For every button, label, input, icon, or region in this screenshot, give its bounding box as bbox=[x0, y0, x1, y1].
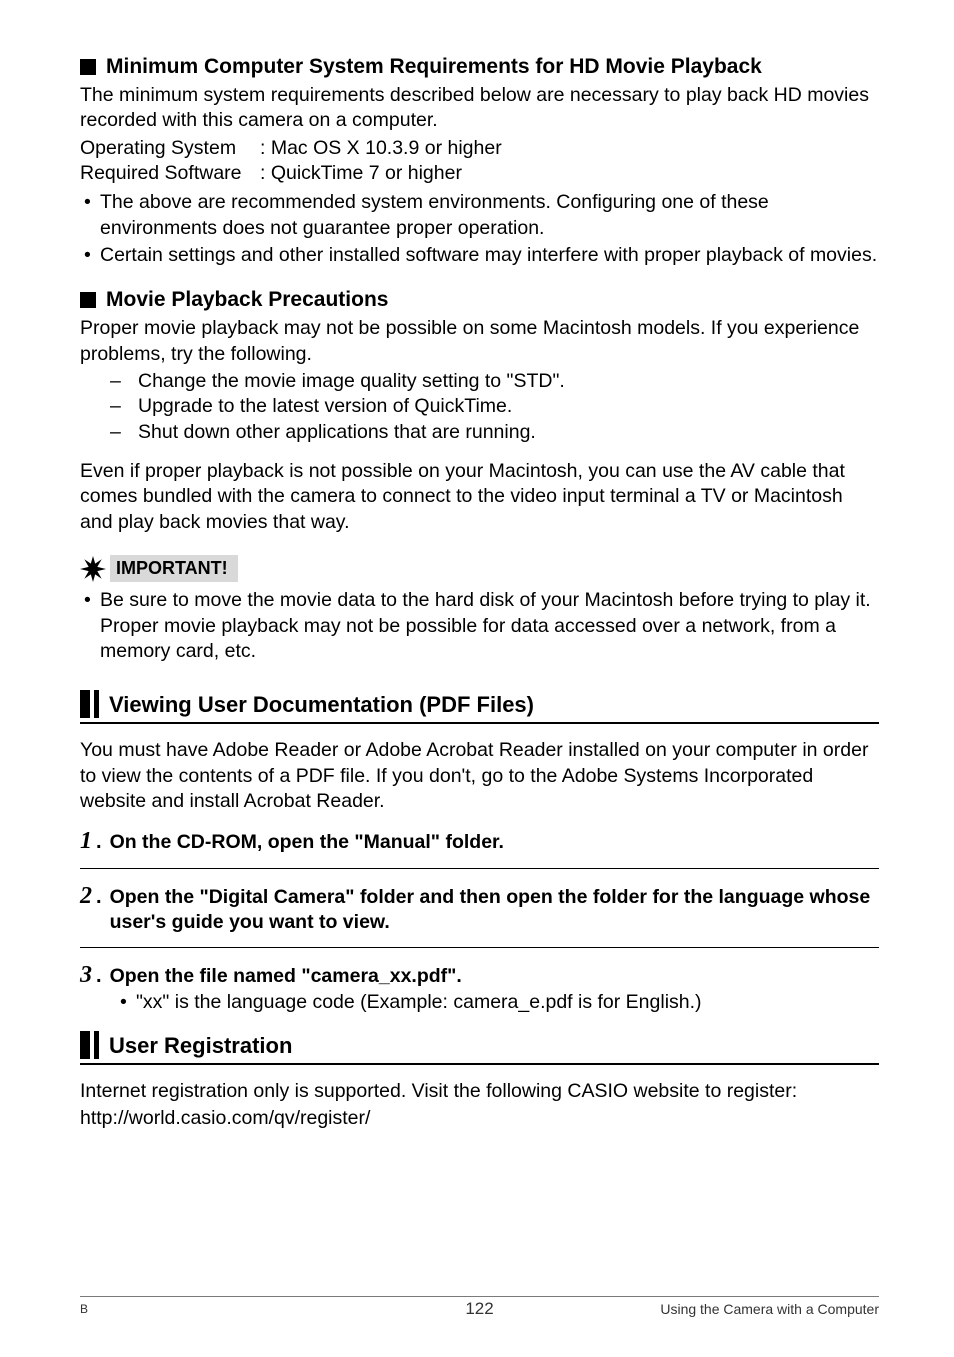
heading-text: Viewing User Documentation (PDF Files) bbox=[109, 690, 534, 718]
dash-text: Upgrade to the latest version of QuickTi… bbox=[138, 394, 512, 419]
os-spec: Operating System: Mac OS X 10.3.9 or hig… bbox=[80, 136, 879, 161]
square-bullet-icon bbox=[80, 292, 96, 308]
step-3: 3. Open the file named "camera_xx.pdf". bbox=[80, 962, 879, 989]
burst-icon bbox=[80, 556, 106, 582]
bullet-text: The above are recommended system environ… bbox=[100, 190, 879, 241]
registration-text: Internet registration only is supported.… bbox=[80, 1079, 879, 1104]
heading-bar-icon bbox=[94, 1031, 99, 1059]
step-number: 3 bbox=[80, 962, 92, 989]
precautions-paragraph: Even if proper playback is not possible … bbox=[80, 459, 879, 535]
step-dot: . bbox=[96, 965, 102, 988]
step-divider bbox=[80, 947, 879, 948]
docs-intro: You must have Adobe Reader or Adobe Acro… bbox=[80, 738, 879, 814]
step-text: On the CD-ROM, open the "Manual" folder. bbox=[110, 830, 504, 855]
subheading-min-requirements: Minimum Computer System Requirements for… bbox=[80, 55, 879, 79]
os-value: : Mac OS X 10.3.9 or higher bbox=[260, 137, 502, 159]
heading-user-registration: User Registration bbox=[80, 1031, 879, 1065]
bullet-dot-icon: • bbox=[80, 190, 100, 241]
bullet-dot-icon: • bbox=[80, 588, 100, 664]
dash-item: – Shut down other applications that are … bbox=[110, 420, 879, 445]
software-spec: Required Software: QuickTime 7 or higher bbox=[80, 161, 879, 186]
heading-text: Minimum Computer System Requirements for… bbox=[106, 55, 762, 79]
bullet-item: • The above are recommended system envir… bbox=[80, 190, 879, 241]
page-footer: B 122 Using the Camera with a Computer bbox=[80, 1296, 879, 1317]
precautions-intro: Proper movie playback may not be possibl… bbox=[80, 316, 879, 367]
heading-text: Movie Playback Precautions bbox=[106, 288, 388, 312]
step-3-note: • "xx" is the language code (Example: ca… bbox=[116, 990, 879, 1015]
step-dot: . bbox=[96, 831, 102, 854]
step-divider bbox=[80, 868, 879, 869]
dash-text: Change the movie image quality setting t… bbox=[138, 369, 565, 394]
footer-left: B bbox=[80, 1302, 88, 1316]
os-label: Operating System bbox=[80, 136, 260, 161]
step-text: Open the file named "camera_xx.pdf". bbox=[110, 964, 462, 989]
important-label: IMPORTANT! bbox=[110, 555, 238, 582]
dash-item: – Upgrade to the latest version of Quick… bbox=[110, 394, 879, 419]
page-number: 122 bbox=[465, 1299, 493, 1319]
important-text: Be sure to move the movie data to the ha… bbox=[100, 588, 879, 664]
step-1: 1. On the CD-ROM, open the "Manual" fold… bbox=[80, 828, 879, 855]
dash-icon: – bbox=[110, 420, 138, 445]
dash-text: Shut down other applications that are ru… bbox=[138, 420, 536, 445]
dash-item: – Change the movie image quality setting… bbox=[110, 369, 879, 394]
heading-bar-icon bbox=[94, 690, 99, 718]
heading-bar-icon bbox=[80, 1031, 90, 1059]
square-bullet-icon bbox=[80, 59, 96, 75]
bullet-text: Certain settings and other installed sof… bbox=[100, 243, 879, 268]
step-number: 2 bbox=[80, 883, 92, 910]
heading-user-docs: Viewing User Documentation (PDF Files) bbox=[80, 690, 879, 724]
important-callout: IMPORTANT! bbox=[80, 555, 879, 582]
step-dot: . bbox=[96, 886, 102, 909]
dash-icon: – bbox=[110, 394, 138, 419]
important-bullet: • Be sure to move the movie data to the … bbox=[80, 588, 879, 664]
bullet-dot-icon: • bbox=[116, 990, 136, 1015]
step-text: Open the "Digital Camera" folder and the… bbox=[110, 885, 879, 936]
bullet-item: • Certain settings and other installed s… bbox=[80, 243, 879, 268]
sw-label: Required Software bbox=[80, 161, 260, 186]
step-2: 2. Open the "Digital Camera" folder and … bbox=[80, 883, 879, 936]
registration-url: http://world.casio.com/qv/register/ bbox=[80, 1106, 879, 1131]
bullet-dot-icon: • bbox=[80, 243, 100, 268]
sw-value: : QuickTime 7 or higher bbox=[260, 162, 462, 184]
dash-icon: – bbox=[110, 369, 138, 394]
step-number: 1 bbox=[80, 828, 92, 855]
subheading-playback-precautions: Movie Playback Precautions bbox=[80, 288, 879, 312]
intro-paragraph: The minimum system requirements describe… bbox=[80, 83, 879, 134]
heading-bar-icon bbox=[80, 690, 90, 718]
heading-text: User Registration bbox=[109, 1031, 292, 1059]
footer-right: Using the Camera with a Computer bbox=[660, 1301, 879, 1317]
note-text: "xx" is the language code (Example: came… bbox=[136, 990, 879, 1015]
